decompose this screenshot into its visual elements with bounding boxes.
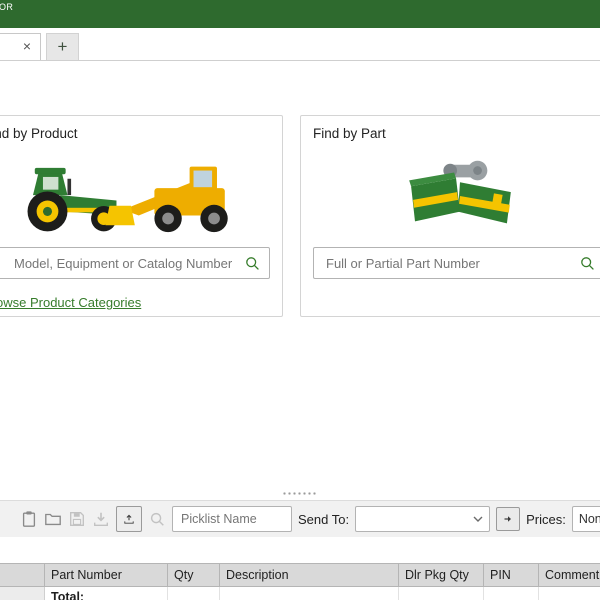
find-by-product-card: Find by Product	[0, 115, 283, 317]
drag-handle-dots-icon	[282, 492, 318, 495]
app-title: ADVISOR	[0, 2, 14, 12]
find-by-part-title: Find by Part	[313, 126, 386, 141]
total-description-cell	[220, 587, 399, 600]
open-picklist-button[interactable]	[44, 510, 62, 528]
prices-dropdown[interactable]: None	[571, 506, 600, 532]
picklist-name-input[interactable]	[172, 506, 292, 532]
download-icon	[94, 512, 108, 526]
parts-box-image	[409, 160, 511, 224]
picklist-toolbar: Send To: Prices: None	[0, 500, 600, 537]
part-search-input[interactable]	[313, 247, 600, 279]
find-by-product-title: Find by Product	[0, 126, 78, 141]
product-search	[0, 247, 270, 279]
main-content: Find by Product	[0, 61, 600, 487]
total-dlr-pkg-qty-cell	[399, 587, 484, 600]
column-header-dlr-pkg-qty[interactable]: Dlr Pkg Qty	[399, 563, 484, 587]
new-tab-button[interactable]: +	[46, 33, 79, 60]
search-icon	[150, 512, 164, 526]
close-icon[interactable]: ×	[23, 38, 31, 54]
send-to-label: Send To:	[298, 511, 350, 527]
browse-product-categories-link[interactable]: Browse Product Categories	[0, 295, 141, 310]
part-images	[313, 147, 600, 239]
total-pin-cell	[484, 587, 539, 600]
send-button[interactable]	[496, 507, 521, 531]
prices-label: Prices:	[526, 511, 566, 527]
picklist-grid: Part Number Qty Description Dlr Pkg Qty …	[0, 537, 600, 600]
app-window: ADVISOR × + Find by Product	[0, 0, 600, 600]
total-qty-cell	[168, 587, 220, 600]
find-in-picklist-button[interactable]	[148, 510, 166, 528]
loader-image	[105, 166, 228, 233]
save-picklist-button[interactable]	[68, 510, 86, 528]
tab-bar: × +	[0, 28, 600, 61]
open-folder-icon	[45, 513, 61, 526]
catalog-tab[interactable]: ×	[0, 33, 41, 60]
total-comment-cell	[539, 587, 600, 600]
product-search-input[interactable]	[0, 247, 270, 279]
send-to-dropdown[interactable]	[355, 506, 491, 532]
total-label: Total:	[45, 587, 168, 600]
new-picklist-button[interactable]	[20, 510, 38, 528]
title-bar: ADVISOR	[0, 0, 600, 28]
column-header-pin[interactable]: PIN	[484, 563, 539, 587]
grid-header-row: Part Number Qty Description Dlr Pkg Qty …	[0, 563, 600, 587]
import-picklist-button[interactable]	[92, 510, 110, 528]
upload-icon	[124, 514, 134, 524]
total-row-select-cell	[0, 587, 45, 600]
total-row: Total:	[0, 587, 600, 600]
search-icon[interactable]	[579, 255, 595, 271]
find-by-part-card: Find by Part	[300, 115, 600, 317]
clipboard-icon	[22, 511, 36, 527]
splitter-handle[interactable]	[0, 487, 600, 500]
column-header-description[interactable]: Description	[220, 563, 399, 587]
search-icon[interactable]	[244, 255, 260, 271]
save-icon	[70, 512, 84, 526]
part-search	[313, 247, 600, 279]
column-header-select[interactable]	[0, 563, 45, 587]
plus-icon: +	[57, 37, 68, 56]
column-header-part-number[interactable]: Part Number	[45, 563, 168, 587]
column-header-qty[interactable]: Qty	[168, 563, 220, 587]
chevron-down-icon	[473, 516, 483, 522]
arrow-right-icon	[504, 516, 512, 522]
export-picklist-button[interactable]	[116, 506, 142, 532]
product-images	[0, 147, 270, 239]
column-header-comment[interactable]: Comment	[539, 563, 600, 587]
prices-value: None	[578, 512, 600, 526]
